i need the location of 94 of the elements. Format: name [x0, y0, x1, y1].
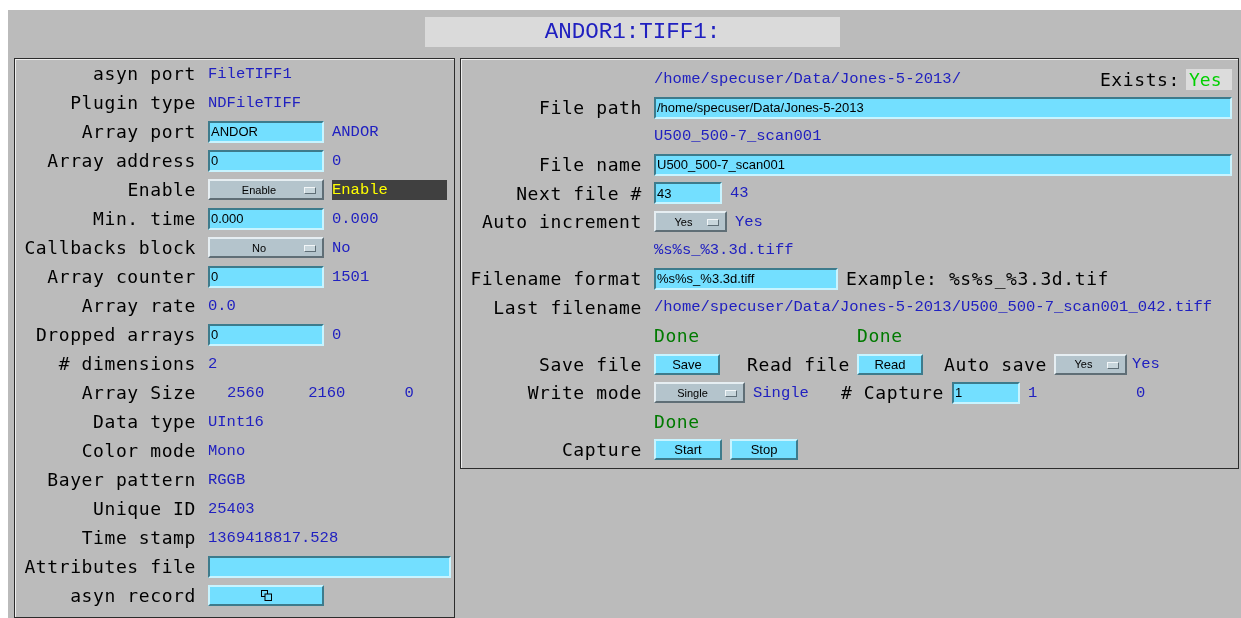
readback-value: 2 [208, 354, 218, 373]
dropdown-indicator-icon [304, 245, 316, 252]
field-label: Data type [93, 411, 196, 432]
field-label: Min. time [93, 208, 196, 229]
readback-value: %s%s_%3.3d.tiff [654, 241, 794, 260]
related-display-button[interactable] [208, 585, 324, 606]
readback-value: NDFileTIFF [208, 93, 301, 112]
field-label: Array port [81, 121, 196, 142]
input-field[interactable]: 43 [654, 182, 722, 205]
field-label: Color mode [81, 440, 196, 461]
menu-button[interactable]: Yes [1054, 353, 1127, 375]
input-field[interactable]: 0 [208, 265, 324, 288]
readback-value: /home/specuser/Data/Jones-5-2013/ [654, 70, 961, 89]
field-label: Write mode [527, 382, 642, 404]
action-button[interactable]: Read [857, 353, 923, 375]
menu-button[interactable]: Enable [208, 179, 324, 200]
readback-value: ANDOR [332, 122, 379, 141]
field-label: Unique ID [93, 498, 196, 519]
field-label: Next file # [516, 182, 642, 204]
status-text: Done [857, 325, 904, 347]
field-label: Auto increment [481, 211, 642, 233]
input-field[interactable] [208, 555, 451, 578]
readback-value: /home/specuser/Data/Jones-5-2013/U500_500-7_scan001_042.tiff [654, 298, 1213, 317]
field-label: Dropped arrays [35, 324, 196, 345]
field-label: Array address [47, 150, 196, 171]
input-field[interactable]: U500_500-7_scan001 [654, 153, 1232, 176]
readback-value: RGGB [208, 470, 246, 489]
window-title: ANDOR1:TIFF1: [544, 19, 721, 45]
field-label: File name [539, 154, 642, 176]
input-field[interactable]: 1 [951, 381, 1020, 404]
status-text: Done [654, 410, 700, 432]
readback-value: 2160 [308, 383, 346, 402]
input-field[interactable]: /home/specuser/Data/Jones-5-2013 [654, 96, 1232, 119]
input-field[interactable]: %s%s_%3.3d.tiff [654, 267, 838, 290]
input-field[interactable]: 0 [208, 323, 324, 346]
readback-value: Yes [1132, 355, 1161, 374]
readback-value: Mono [208, 441, 246, 460]
field-label: Bayer pattern [47, 469, 196, 490]
menu-button[interactable]: Yes [654, 211, 727, 233]
readback-value: No [332, 238, 351, 257]
menu-button[interactable]: No [208, 237, 324, 258]
action-button[interactable]: Stop [730, 439, 798, 461]
readback-value: U500_500-7_scan001 [654, 127, 822, 146]
field-label: asyn port [93, 63, 196, 84]
readback-value: FileTIFF1 [208, 64, 292, 83]
readback-value: 1369418817.528 [208, 528, 339, 547]
action-button[interactable]: Save [654, 353, 720, 375]
field-label: Auto save [944, 353, 1048, 375]
readback-value: 1 [1027, 383, 1039, 402]
readback-value: 0.000 [332, 209, 379, 228]
readback-value: UInt16 [208, 412, 264, 431]
dropdown-indicator-icon [707, 219, 719, 227]
example-text: Example: %s%s_%3.3d.tif [846, 268, 1110, 290]
action-button[interactable]: Start [654, 439, 722, 461]
field-label: Exists: [1099, 68, 1180, 90]
field-label: Callbacks block [24, 237, 196, 258]
overlapping-squares-icon [260, 590, 272, 601]
readback-value: 1501 [332, 267, 370, 286]
field-label: Save file [539, 353, 642, 375]
readback-value: Enable [332, 179, 447, 200]
field-label: Time stamp [81, 527, 196, 548]
readback-value: 0 [1135, 383, 1146, 402]
status-text: Done [654, 325, 701, 347]
field-label: Array Size [81, 382, 196, 403]
dropdown-indicator-icon [725, 390, 737, 398]
field-label: asyn record [70, 585, 196, 606]
readback-value: Single [753, 383, 810, 402]
input-field[interactable]: 0.000 [208, 207, 324, 230]
readback-value: 25403 [208, 499, 255, 518]
readback-value: 2560 [227, 383, 265, 402]
dropdown-indicator-icon [304, 187, 316, 194]
field-label: Last filename [493, 296, 642, 318]
field-label: Array rate [81, 295, 196, 316]
field-label: Enable [127, 179, 196, 200]
readback-value: 43 [730, 184, 749, 203]
readback-value: Yes [735, 212, 763, 231]
menu-button[interactable]: Single [654, 382, 745, 404]
field-label: Filename format [470, 268, 642, 290]
dropdown-indicator-icon [1107, 361, 1119, 369]
field-label: # Capture [841, 382, 944, 404]
readback-value: 0 [332, 151, 342, 170]
field-label: Plugin type [70, 92, 196, 113]
field-label: File path [539, 97, 642, 119]
input-field[interactable]: 0 [208, 149, 324, 172]
field-label: Capture [561, 439, 642, 461]
readback-value: 0 [404, 383, 414, 402]
field-label: Attributes file [24, 556, 196, 577]
status-indicator: Yes [1186, 68, 1232, 90]
field-label: # dimensions [58, 353, 196, 374]
field-label: Read file [747, 353, 851, 375]
readback-value: 0 [332, 325, 342, 344]
readback-value: 0.0 [208, 296, 236, 315]
input-field[interactable]: ANDOR [208, 120, 324, 143]
field-label: Array counter [47, 266, 196, 287]
